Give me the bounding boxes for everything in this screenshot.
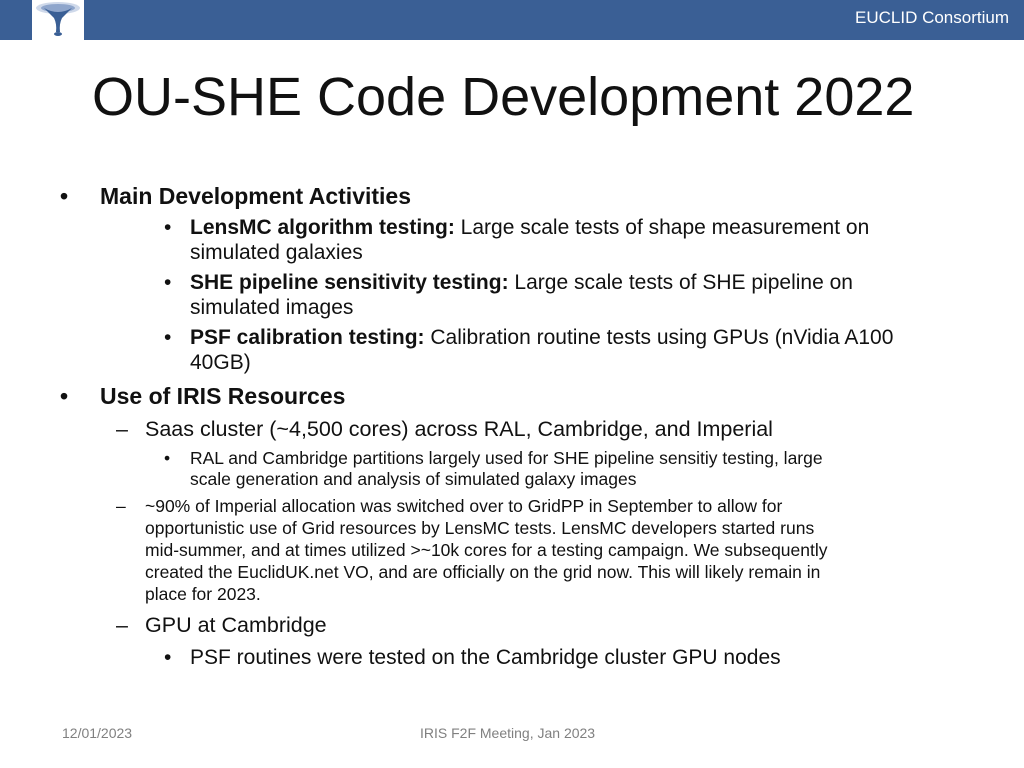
bullet-glyph: • xyxy=(164,448,171,468)
item-text: Calibration routine tests using GPUs (nV… xyxy=(424,326,894,349)
imperial-line: ~90% of Imperial allocation was switched… xyxy=(145,496,783,516)
imperial-line: created the EuclidUK.net VO, and are off… xyxy=(145,562,821,582)
item-label: SHE pipeline sensitivity testing: xyxy=(190,271,509,294)
saas-sub-line: scale generation and analysis of simulat… xyxy=(190,469,637,489)
dash-glyph: – xyxy=(116,496,126,516)
bullet-glyph: • xyxy=(164,216,172,239)
bullet-glyph: • xyxy=(60,383,69,409)
footer-meeting: IRIS F2F Meeting, Jan 2023 xyxy=(420,725,596,741)
bullet-glyph: • xyxy=(164,326,172,349)
saas-sub-line: RAL and Cambridge partitions largely use… xyxy=(190,448,823,468)
list-item-lensmc: LensMC algorithm testing: Large scale te… xyxy=(190,216,869,240)
bullet-glyph: • xyxy=(60,183,69,209)
dash-glyph: – xyxy=(116,417,128,441)
section-heading-main-development: Main Development Activities xyxy=(100,183,412,209)
item-text-continued: 40GB) xyxy=(190,351,251,374)
item-text: Large scale tests of shape measurement o… xyxy=(454,216,870,239)
section-heading-iris-resources: Use of IRIS Resources xyxy=(100,383,346,409)
gpu-cambridge-text: GPU at Cambridge xyxy=(145,613,327,637)
imperial-line: opportunistic use of Grid resources by L… xyxy=(145,518,815,538)
item-text: Large scale tests of SHE pipeline on xyxy=(508,271,853,294)
item-text-continued: simulated galaxies xyxy=(190,241,363,264)
list-item-psf-calibration: PSF calibration testing: Calibration rou… xyxy=(190,326,893,350)
gpu-sub-line: PSF routines were tested on the Cambridg… xyxy=(190,646,781,669)
list-item-she-pipeline: SHE pipeline sensitivity testing: Large … xyxy=(190,271,853,295)
item-text-continued: simulated images xyxy=(190,296,354,319)
imperial-line: mid-summer, and at times utilized >~10k … xyxy=(145,540,828,560)
saas-cluster-text: Saas cluster (~4,500 cores) across RAL, … xyxy=(145,417,773,441)
bullet-glyph: • xyxy=(164,271,172,294)
item-label: PSF calibration testing: xyxy=(190,326,425,349)
dash-glyph: – xyxy=(116,613,128,637)
slide-body: • Main Development Activities • LensMC a… xyxy=(0,0,1024,768)
footer-date: 12/01/2023 xyxy=(62,725,133,741)
imperial-line: place for 2023. xyxy=(145,584,261,604)
bullet-glyph: • xyxy=(164,646,172,669)
item-label: LensMC algorithm testing: xyxy=(190,216,455,239)
